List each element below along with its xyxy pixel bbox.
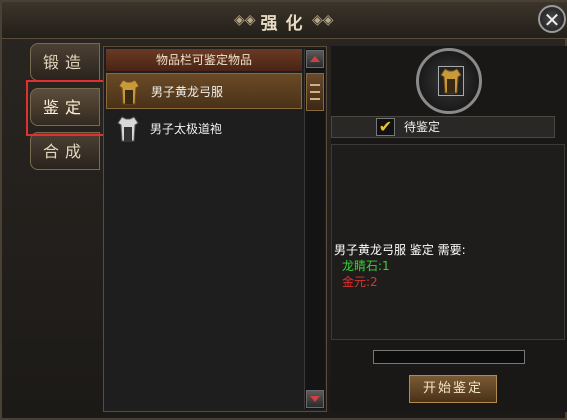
item-label: 男子黄龙弓服 — [151, 85, 224, 99]
pending-checkbox[interactable]: ✔ — [376, 118, 395, 136]
start-identify-button[interactable]: 开始鉴定 — [409, 375, 497, 403]
title-ornament-right-icon: ◈◈ — [312, 12, 334, 28]
tab-forge[interactable]: 锻造 — [30, 43, 100, 81]
item-list-header: 物品栏可鉴定物品 — [106, 49, 302, 71]
identify-detail-panel: ✔ 待鉴定 男子黄龙弓服 鉴定 需要: 龙睛石:1 金元:2 开始鉴定 — [331, 46, 567, 412]
item-list-panel: 物品栏可鉴定物品 男子黄龙弓服 男子太极道袍 — [103, 46, 327, 412]
pending-identify-row: ✔ 待鉴定 — [331, 116, 555, 138]
equipment-slot[interactable] — [416, 48, 482, 114]
title-bar: ◈◈ 强化 ◈◈ ✕ — [2, 2, 567, 39]
robe-icon — [117, 116, 139, 142]
arrow-up-icon — [310, 56, 320, 62]
pending-label: 待鉴定 — [404, 120, 441, 134]
requirement-gold: 金元:2 — [342, 275, 378, 289]
close-button[interactable]: ✕ — [538, 5, 566, 33]
list-item[interactable]: 男子太极道袍 — [106, 111, 302, 147]
tab-highlight-box — [26, 80, 112, 136]
slot-frame — [438, 66, 464, 96]
grip-icon — [310, 84, 320, 100]
requirement-stone: 龙睛石:1 — [342, 259, 390, 273]
robe-icon — [118, 79, 140, 105]
item-label: 男子太极道袍 — [150, 122, 223, 136]
scroll-up-button[interactable] — [306, 50, 324, 68]
window-title: 强化 — [260, 14, 311, 34]
robe-icon — [440, 68, 462, 94]
requirement-title: 男子黄龙弓服 鉴定 需要: — [334, 243, 466, 257]
scroll-down-button[interactable] — [306, 390, 324, 408]
requirement-box: 男子黄龙弓服 鉴定 需要: 龙睛石:1 金元:2 — [331, 144, 565, 340]
enhance-window: ◈◈ 强化 ◈◈ ✕ 锻造 鉴定 合成 物品栏可鉴定物品 男子黄龙弓服 男子太极… — [0, 0, 567, 420]
tab-synthesis[interactable]: 合成 — [30, 132, 100, 170]
identify-progress-bar — [373, 350, 525, 364]
arrow-down-icon — [310, 396, 320, 402]
item-list-scrollbar[interactable] — [304, 49, 325, 409]
scroll-thumb[interactable] — [306, 73, 324, 111]
list-item[interactable]: 男子黄龙弓服 — [106, 73, 302, 109]
